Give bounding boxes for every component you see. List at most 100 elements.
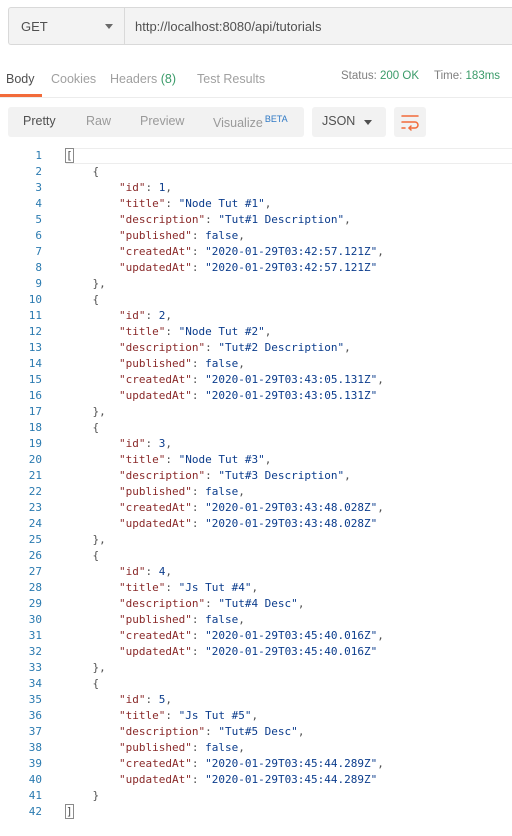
line-number: 33 <box>28 661 42 674</box>
json-key: "createdAt" <box>118 373 192 386</box>
json-key: "published" <box>118 357 192 370</box>
comma: , <box>238 485 245 498</box>
view-pretty-button[interactable]: Pretty <box>23 114 56 128</box>
comma: , <box>165 181 172 194</box>
brace: { <box>92 549 100 562</box>
json-lines: [ { "id": 1, "title": "Node Tut #1", "de… <box>65 148 512 820</box>
tab-headers[interactable]: Headers (8) <box>110 72 176 86</box>
colon: : <box>145 309 159 322</box>
json-key: "title" <box>118 453 166 466</box>
response-body[interactable]: 1 2 3 4 5 6 7 8 9 10 11 12 13 14 15 16 17 18 19 20 21 22 23 24 2… <box>0 148 512 836</box>
view-visualize-button[interactable]: Visualize BETA <box>213 114 288 130</box>
json-line: { <box>66 164 512 180</box>
colon: : <box>191 373 206 386</box>
json-line: "description": "Tut#4 Desc", <box>66 596 512 612</box>
status-value[interactable]: 200 OK <box>380 70 419 82</box>
json-value: "Node Tut #3" <box>178 453 265 466</box>
colon: : <box>191 245 206 258</box>
json-value: "Js Tut #5" <box>178 709 252 722</box>
json-value: "Tut#1 Description" <box>218 213 345 226</box>
line-number: 2 <box>35 165 42 178</box>
json-value: false <box>205 485 239 498</box>
time-info: Time: 183ms <box>434 70 500 82</box>
comma: , <box>377 629 384 642</box>
colon: : <box>191 261 206 274</box>
method-select[interactable]: GET <box>8 7 125 45</box>
line-number: 16 <box>28 389 42 402</box>
colon: : <box>145 181 159 194</box>
view-raw-button[interactable]: Raw <box>86 114 111 128</box>
brace: { <box>92 165 100 178</box>
json-line: "id": 4, <box>66 564 512 580</box>
colon: : <box>191 389 206 402</box>
line-number: 31 <box>28 629 42 642</box>
response-tabs: Body Cookies Headers (8) Test Results St… <box>0 58 512 98</box>
colon: : <box>191 485 206 498</box>
line-number: 12 <box>28 325 42 338</box>
json-value: "Js Tut #4" <box>178 581 252 594</box>
tab-body[interactable]: Body <box>6 72 35 86</box>
json-value: "2020-01-29T03:43:48.028Z" <box>205 501 378 514</box>
format-select[interactable]: JSON <box>312 107 386 137</box>
json-value: "2020-01-29T03:42:57.121Z" <box>205 261 378 274</box>
view-mode-group: Pretty Raw Preview Visualize BETA <box>8 107 304 137</box>
line-number: 30 <box>28 613 42 626</box>
wrap-lines-button[interactable] <box>394 107 426 137</box>
line-number: 24 <box>28 517 42 530</box>
tab-cookies[interactable]: Cookies <box>51 72 96 86</box>
line-number: 7 <box>35 245 42 258</box>
comma: , <box>297 725 305 738</box>
time-value[interactable]: 183ms <box>466 70 501 82</box>
json-key: "id" <box>118 565 146 578</box>
json-value: "Tut#4 Desc" <box>218 597 298 610</box>
json-line: "updatedAt": "2020-01-29T03:43:05.131Z" <box>66 388 512 404</box>
json-value: "2020-01-29T03:45:44.289Z" <box>205 773 378 786</box>
line-number: 27 <box>28 565 42 578</box>
line-number: 9 <box>35 277 42 290</box>
json-key: "published" <box>118 613 192 626</box>
comma: , <box>264 453 272 466</box>
colon: : <box>191 501 206 514</box>
active-tab-indicator <box>0 94 42 97</box>
line-number: 13 <box>28 341 42 354</box>
json-key: "description" <box>118 725 206 738</box>
format-label: JSON <box>322 114 356 128</box>
json-key: "createdAt" <box>118 757 192 770</box>
url-input[interactable]: http://localhost:8080/api/tutorials <box>124 7 512 45</box>
line-number: 10 <box>28 293 42 306</box>
colon: : <box>191 741 206 754</box>
view-preview-button[interactable]: Preview <box>140 114 184 128</box>
colon: : <box>191 229 206 242</box>
visualize-label: Visualize <box>213 116 263 131</box>
line-number: 26 <box>28 549 42 562</box>
json-value: "Tut#3 Description" <box>218 469 345 482</box>
json-key: "createdAt" <box>118 629 192 642</box>
json-line: } <box>66 788 512 804</box>
colon: : <box>205 725 219 738</box>
colon: : <box>145 565 159 578</box>
colon: : <box>205 213 219 226</box>
json-line: "createdAt": "2020-01-29T03:45:40.016Z", <box>66 628 512 644</box>
brace: { <box>92 293 100 306</box>
json-line: "updatedAt": "2020-01-29T03:45:40.016Z" <box>66 644 512 660</box>
json-line: "updatedAt": "2020-01-29T03:45:44.289Z" <box>66 772 512 788</box>
comma: , <box>238 613 245 626</box>
line-number: 20 <box>28 453 42 466</box>
json-value: "2020-01-29T03:43:05.131Z" <box>205 373 378 386</box>
colon: : <box>205 469 219 482</box>
json-line: "description": "Tut#2 Description", <box>66 340 512 356</box>
json-key: "description" <box>118 213 206 226</box>
comma: , <box>297 597 305 610</box>
line-number: 5 <box>35 213 42 226</box>
tab-test-results[interactable]: Test Results <box>197 72 265 86</box>
json-value: "Tut#5 Desc" <box>218 725 298 738</box>
